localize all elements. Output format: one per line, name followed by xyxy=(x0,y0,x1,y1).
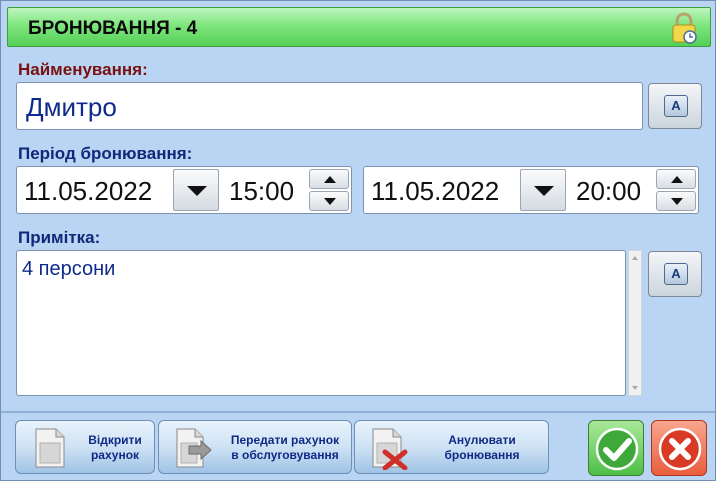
note-keyboard-button[interactable]: A xyxy=(648,251,702,297)
end-time-spinner xyxy=(656,169,696,211)
end-time-field[interactable]: 20:00 xyxy=(576,176,641,207)
name-keyboard-button[interactable]: A xyxy=(648,83,702,129)
lock-clock-icon[interactable] xyxy=(670,12,698,44)
period-label: Період бронювання: xyxy=(18,144,193,163)
keyboard-key-icon: A xyxy=(664,263,688,285)
transfer-bill-button[interactable]: Передати рахунок в обслуговування xyxy=(158,420,352,474)
arrow-up-icon xyxy=(324,176,336,183)
start-time-down-button[interactable] xyxy=(309,191,349,211)
dialog-title: БРОНЮВАННЯ - 4 xyxy=(28,18,198,39)
end-time-down-button[interactable] xyxy=(656,191,696,211)
open-bill-button[interactable]: Відкрити рахунок xyxy=(15,420,155,474)
chevron-down-icon xyxy=(187,186,207,196)
title-bar: БРОНЮВАННЯ - 4 xyxy=(7,7,711,47)
scroll-up-icon xyxy=(632,256,638,260)
name-value: Дмитро xyxy=(26,92,117,122)
close-dialog-button[interactable] xyxy=(651,420,707,476)
start-time-spinner xyxy=(309,169,349,211)
confirm-button[interactable] xyxy=(588,420,644,476)
arrow-up-icon xyxy=(671,176,683,183)
end-date-dropdown-button[interactable] xyxy=(520,169,566,211)
start-date-field[interactable]: 11.05.2022 xyxy=(24,176,152,207)
end-time-up-button[interactable] xyxy=(656,169,696,189)
cancel-booking-button[interactable]: Анулювати бронювання xyxy=(354,420,549,474)
start-time-up-button[interactable] xyxy=(309,169,349,189)
note-scrollbar[interactable] xyxy=(628,250,642,396)
transfer-bill-label: Передати рахунок в обслуговування xyxy=(230,433,340,462)
document-cross-icon xyxy=(372,428,408,470)
arrow-down-icon xyxy=(671,198,683,205)
start-date-dropdown-button[interactable] xyxy=(173,169,219,211)
check-icon xyxy=(595,427,639,471)
document-arrow-icon xyxy=(176,428,212,468)
arrow-down-icon xyxy=(324,198,336,205)
document-icon xyxy=(35,428,65,468)
cancel-booking-label: Анулювати бронювання xyxy=(444,433,520,462)
keyboard-key-icon: A xyxy=(664,95,688,117)
note-value: 4 персони xyxy=(22,258,116,280)
scroll-down-icon xyxy=(632,386,638,390)
chevron-down-icon xyxy=(534,186,554,196)
end-date-field[interactable]: 11.05.2022 xyxy=(371,176,499,207)
divider xyxy=(1,411,715,413)
note-textarea[interactable]: 4 персони xyxy=(16,250,626,396)
name-label: Найменування: xyxy=(18,60,148,79)
end-datetime: 11.05.2022 20:00 xyxy=(363,166,699,214)
close-icon xyxy=(658,427,702,471)
start-datetime: 11.05.2022 15:00 xyxy=(16,166,352,214)
open-bill-label: Відкрити рахунок xyxy=(88,433,142,462)
booking-dialog: БРОНЮВАННЯ - 4 Найменування: Дмитро A Пе… xyxy=(0,0,716,481)
note-label: Примітка: xyxy=(18,228,101,247)
name-field[interactable]: Дмитро xyxy=(16,82,643,130)
start-time-field[interactable]: 15:00 xyxy=(229,176,294,207)
